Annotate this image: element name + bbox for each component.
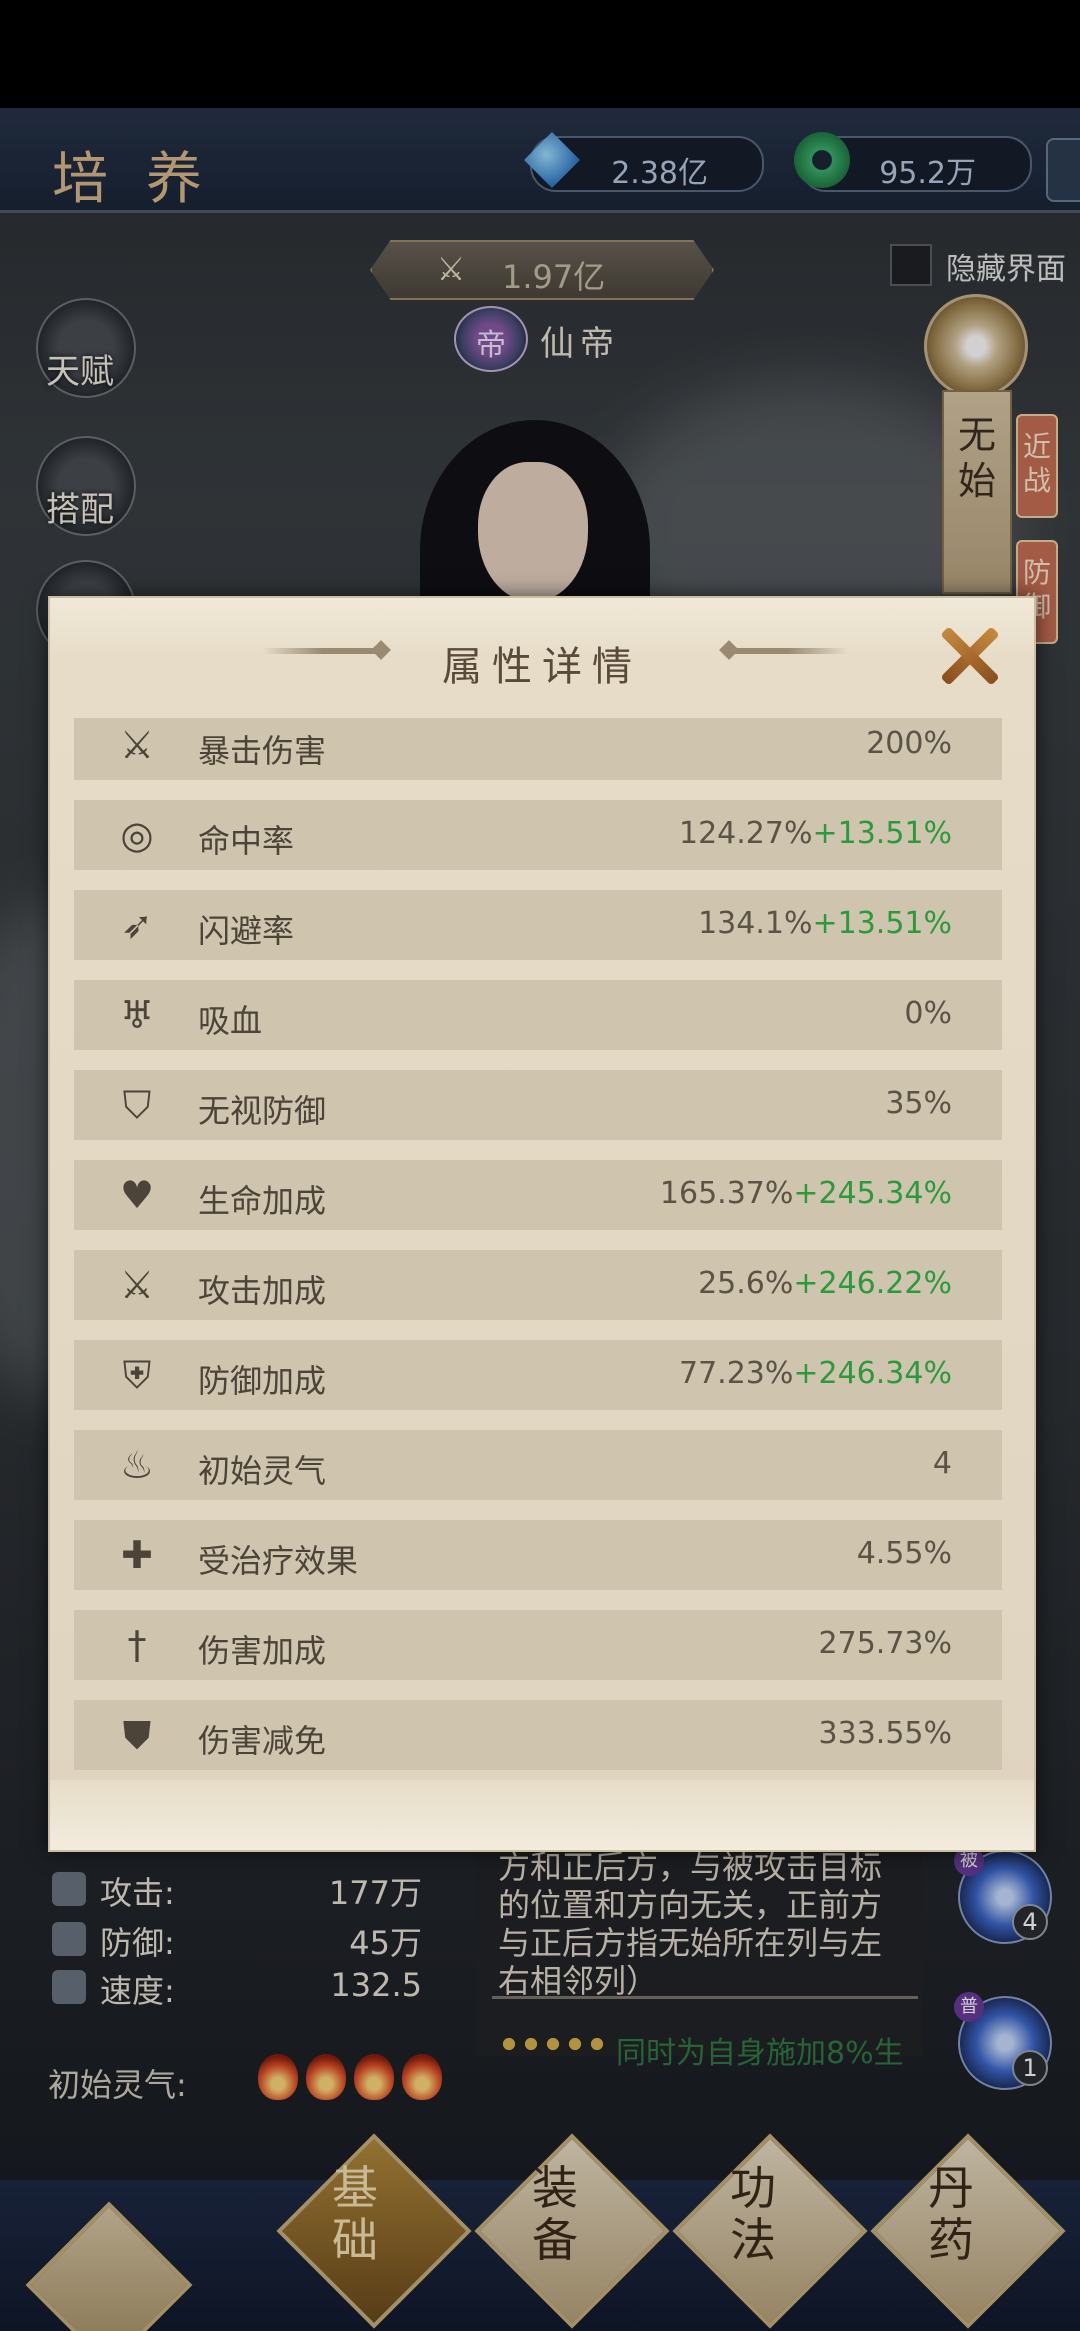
shield-reduce-icon: ⛊ bbox=[122, 1713, 152, 1757]
flame-icon: ♨ bbox=[119, 1443, 155, 1487]
attribute-row: ♥ 生命加成 165.37%+245.34% bbox=[74, 1160, 1002, 1230]
attribute-base-value: 35% bbox=[885, 1086, 952, 1121]
attribute-value: 333.55% bbox=[819, 1716, 952, 1751]
attribute-value: 275.73% bbox=[819, 1626, 952, 1661]
attribute-base-value: 134.1% bbox=[698, 906, 813, 941]
attribute-details-dialog: 属性详情 ⚔ 暴击伤害 200% ◎ 命中率 124.27%+13.51% ➶ 闪避率 134.… bbox=[48, 596, 1036, 1852]
attribute-value: 124.27%+13.51% bbox=[679, 816, 952, 851]
attribute-base-value: 200% bbox=[866, 726, 952, 761]
muscle-icon: ✚ bbox=[121, 1533, 153, 1577]
crossed-swords-plus-icon: ⚔ bbox=[119, 1263, 155, 1307]
attribute-row: ⛊ 伤害减免 333.55% bbox=[74, 1700, 1002, 1770]
attribute-bonus-value: +13.51% bbox=[812, 906, 952, 941]
sword-plus-icon: † bbox=[127, 1623, 147, 1667]
attribute-value: 200% bbox=[866, 726, 952, 761]
attribute-base-value: 25.6% bbox=[698, 1266, 794, 1301]
attribute-label: 命中率 bbox=[198, 822, 295, 860]
attribute-row: ➶ 闪避率 134.1%+13.51% bbox=[74, 890, 1002, 960]
attribute-label: 伤害加成 bbox=[198, 1632, 327, 1670]
attribute-label: 防御加成 bbox=[198, 1362, 327, 1400]
attribute-row: ♨ 初始灵气 4 bbox=[74, 1430, 1002, 1500]
attribute-bonus-value: +245.34% bbox=[793, 1176, 952, 1211]
dialog-title-bar: 属性详情 bbox=[50, 598, 1034, 718]
attribute-label: 闪避率 bbox=[198, 912, 295, 950]
title-ornament-right bbox=[728, 648, 848, 654]
attribute-row: ◎ 命中率 124.27%+13.51% bbox=[74, 800, 1002, 870]
attribute-base-value: 124.27% bbox=[678, 816, 813, 851]
attribute-label: 生命加成 bbox=[198, 1182, 327, 1220]
attribute-value: 4 bbox=[933, 1446, 952, 1481]
attribute-label: 无视防御 bbox=[198, 1092, 327, 1130]
shield-plus-icon: ⛨ bbox=[122, 1353, 152, 1397]
attribute-value: 35% bbox=[885, 1086, 952, 1121]
attribute-base-value: 77.23% bbox=[678, 1356, 794, 1391]
attribute-label: 暴击伤害 bbox=[198, 732, 327, 770]
attribute-base-value: 333.55% bbox=[818, 1716, 952, 1751]
attribute-base-value: 4.55% bbox=[856, 1536, 952, 1571]
attribute-value: 165.37%+245.34% bbox=[660, 1176, 952, 1211]
attribute-row: † 伤害加成 275.73% bbox=[74, 1610, 1002, 1680]
attribute-base-value: 4 bbox=[932, 1446, 952, 1481]
attribute-row: ♅ 吸血 0% bbox=[74, 980, 1002, 1050]
attribute-label: 攻击加成 bbox=[198, 1272, 327, 1310]
attribute-row: ✚ 受治疗效果 4.55% bbox=[74, 1520, 1002, 1590]
target-icon: ◎ bbox=[120, 813, 154, 857]
attribute-row: ⛉ 无视防御 35% bbox=[74, 1070, 1002, 1140]
attribute-value: 77.23%+246.34% bbox=[679, 1356, 952, 1391]
attribute-bonus-value: +13.51% bbox=[812, 816, 952, 851]
heart-plus-icon: ♥ bbox=[119, 1173, 155, 1217]
crit-damage-icon: ⚔ bbox=[119, 723, 155, 767]
close-button[interactable] bbox=[936, 624, 1000, 688]
attribute-base-value: 165.37% bbox=[659, 1176, 794, 1211]
attribute-label: 受治疗效果 bbox=[198, 1542, 359, 1580]
dialog-bottom-edge bbox=[50, 1780, 1034, 1850]
attribute-row: ⛨ 防御加成 77.23%+246.34% bbox=[74, 1340, 1002, 1410]
attribute-value: 134.1%+13.51% bbox=[698, 906, 952, 941]
dialog-title: 属性详情 bbox=[442, 644, 642, 690]
attribute-value: 0% bbox=[904, 996, 952, 1031]
attribute-label: 初始灵气 bbox=[198, 1452, 327, 1490]
attribute-base-value: 275.73% bbox=[818, 1626, 952, 1661]
attribute-row: ⚔ 攻击加成 25.6%+246.22% bbox=[74, 1250, 1002, 1320]
attribute-label: 吸血 bbox=[198, 1002, 263, 1040]
attribute-list[interactable]: ⚔ 暴击伤害 200% ◎ 命中率 124.27%+13.51% ➶ 闪避率 134.1%+13… bbox=[74, 718, 1004, 1778]
attribute-base-value: 0% bbox=[904, 996, 952, 1031]
attribute-value: 4.55% bbox=[857, 1536, 952, 1571]
attribute-row: ⚔ 暴击伤害 200% bbox=[74, 718, 1002, 780]
fang-icon: ♅ bbox=[119, 993, 155, 1037]
pierce-shield-icon: ⛉ bbox=[122, 1083, 152, 1127]
attribute-label: 伤害减免 bbox=[198, 1722, 327, 1760]
attribute-value: 25.6%+246.22% bbox=[698, 1266, 952, 1301]
app-screen: 培养 2.38亿 95.2万 ⚔ 1.97亿 帝 仙帝 隐藏界面 天赋 搭配 无… bbox=[0, 0, 1080, 2331]
wing-icon: ➶ bbox=[121, 903, 153, 947]
attribute-bonus-value: +246.22% bbox=[793, 1266, 952, 1301]
attribute-bonus-value: +246.34% bbox=[793, 1356, 952, 1391]
